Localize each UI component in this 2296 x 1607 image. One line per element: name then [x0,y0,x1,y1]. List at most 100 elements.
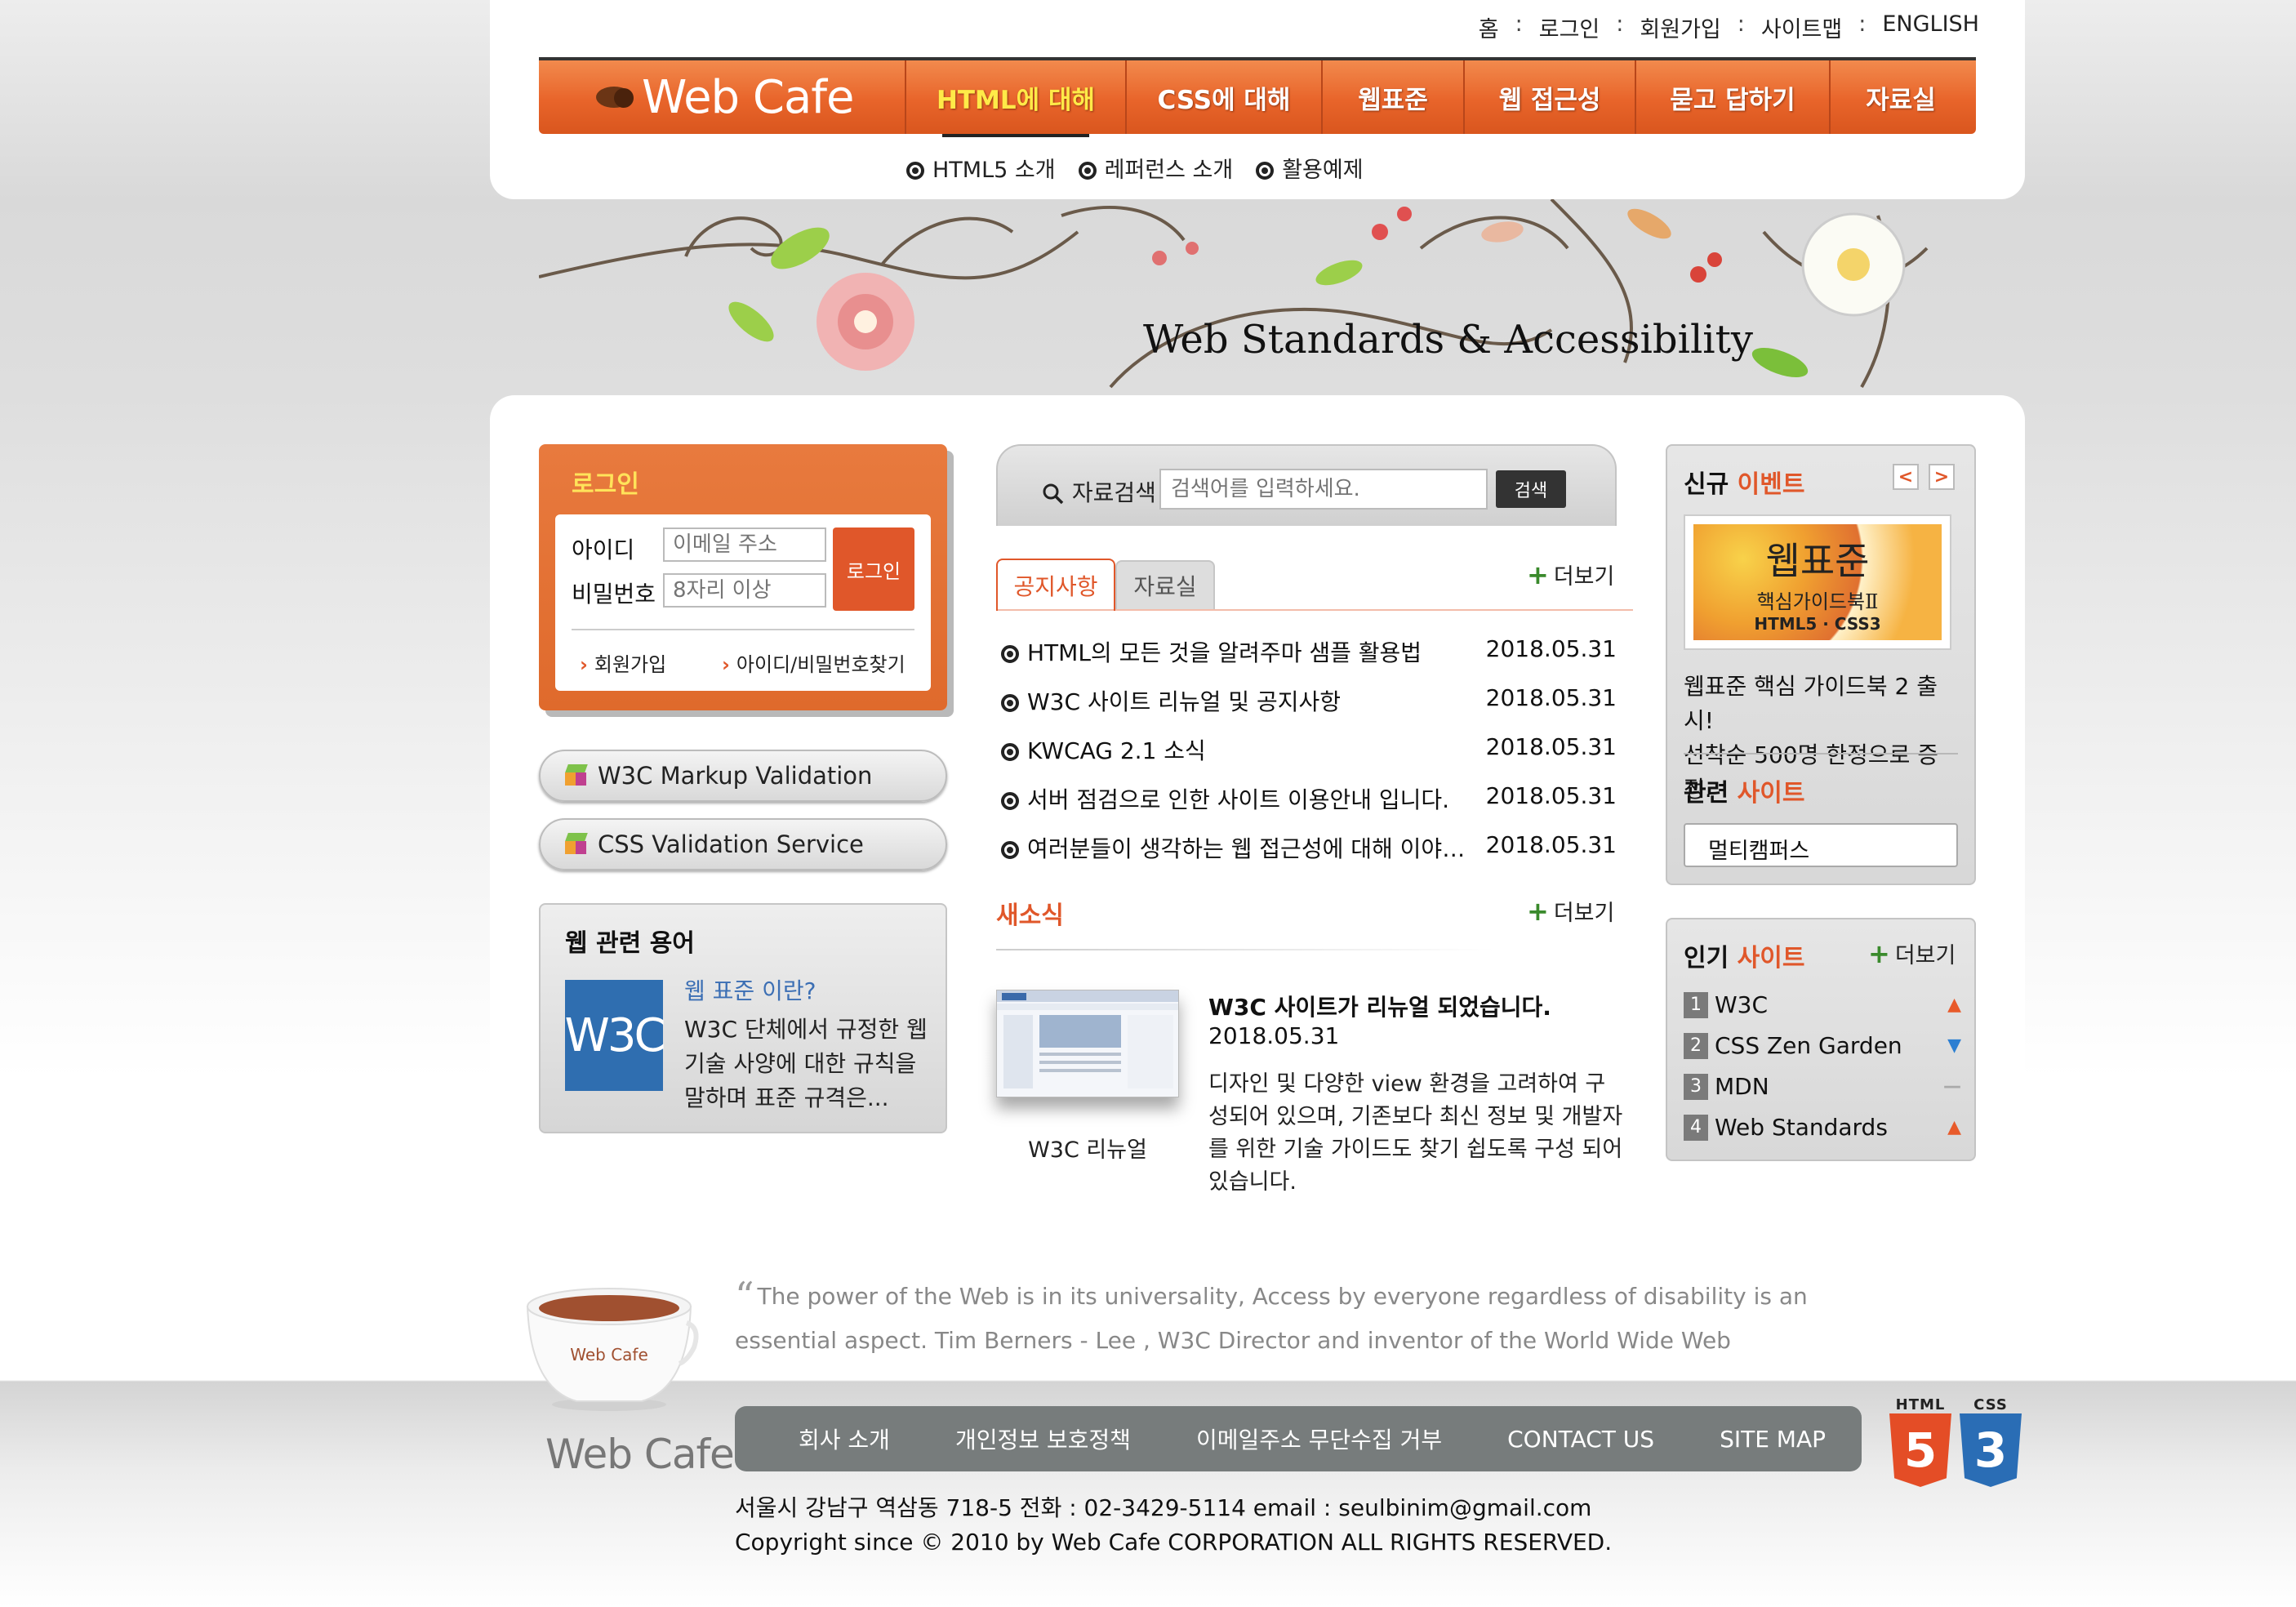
footer-link-privacy[interactable]: 개인정보 보호정책 [955,1422,1131,1455]
popular-site-row[interactable]: 2 CSS Zen Garden ▼ [1684,1032,1961,1059]
gnb-item-web-standards[interactable]: 웹표준 [1323,60,1465,134]
search-label: 자료검색 [1042,475,1156,508]
util-join-link[interactable]: 회원가입 [1640,11,1720,43]
logo-text: Web Cafe [642,70,854,124]
global-nav: Web Cafe HTML에 대해 CSS에 대해 웹표준 웹 접근성 묻고 답… [539,57,1976,137]
notice-title: 여러분들이 생각하는 웹 접근성에 대해 이야기… [1027,835,1475,862]
news-headline-link[interactable]: W3C 사이트가 리뉴얼 되었습니다. [1208,990,1551,1022]
rank-number: 2 [1684,1032,1708,1059]
book-cover: 웹표준 핵심가이드북Ⅱ HTML5 · CSS3 [1693,524,1942,640]
gnb-item-qna[interactable]: 묻고 답하기 [1636,60,1831,134]
header: 홈: 로그인: 회원가입: 사이트맵: ENGLISH Web Cafe HTM… [490,0,2025,199]
util-sitemap-link[interactable]: 사이트맵 [1761,11,1842,43]
plus-icon: + [1868,938,1890,969]
subnav-label: 레퍼런스 소개 [1104,158,1234,183]
related-site-select[interactable]: 멀티캠퍼스 [1684,823,1958,867]
gnb-item-accessibility[interactable]: 웹 접근성 [1465,60,1636,134]
bullet-icon [1001,792,1019,810]
id-label: 아이디 [572,536,635,563]
footer-link-contact[interactable]: CONTACT US [1507,1426,1654,1453]
notice-more-link[interactable]: + 더보기 [1527,559,1614,590]
glossary-description: W3C 단체에서 규정한 웹 기술 사양에 대한 규칙을 말하며 표준 규격은.… [684,1016,928,1111]
subnav-html5[interactable]: HTML5 소개 [906,152,1056,184]
event-book-image[interactable]: 웹표준 핵심가이드북Ⅱ HTML5 · CSS3 [1684,514,1951,650]
login-button[interactable]: 로그인 [833,528,914,611]
event-prev-button[interactable]: < [1893,464,1919,490]
util-login-link[interactable]: 로그인 [1539,11,1600,43]
find-account-link[interactable]: › 아이디/비밀번호찾기 [722,648,905,677]
footer-link-company[interactable]: 회사 소개 [799,1422,890,1455]
related-title-a: 관련 [1684,779,1738,808]
book-subtitle: 핵심가이드북Ⅱ [1756,590,1879,613]
css-label: CSS [1973,1396,2008,1413]
search-input[interactable] [1159,469,1488,510]
popular-more-link[interactable]: + 더보기 [1868,937,1956,969]
popular-sites-title: 인기 사이트 [1684,937,1804,973]
gnb-item-html[interactable]: HTML에 대해 [906,60,1127,137]
glossary-question-link[interactable]: 웹 표준 이란? [684,973,816,1006]
more-label: 더보기 [1894,943,1956,968]
css-validation-button[interactable]: CSS Validation Service [539,818,947,870]
more-label: 더보기 [1553,901,1615,926]
footer-link-email-policy[interactable]: 이메일주소 무단수집 거부 [1196,1422,1442,1455]
cube-icon [565,833,588,856]
util-english-link[interactable]: ENGLISH [1882,11,1979,43]
site-logo[interactable]: Web Cafe [539,60,906,134]
subnav-reference[interactable]: 레퍼런스 소개 [1078,152,1234,184]
tab-notice[interactable]: 공지사항 [996,559,1115,611]
footer-quote: “The power of the Web is in its universa… [735,1274,1845,1363]
w3c-markup-validation-button[interactable]: W3C Markup Validation [539,750,947,802]
rank-number: 3 [1684,1073,1708,1100]
popular-site-row[interactable]: 4 Web Standards ▲ [1684,1114,1961,1141]
utility-nav: 홈: 로그인: 회원가입: 사이트맵: ENGLISH [1479,11,1979,43]
html5-icon: 5 [1889,1413,1951,1487]
notice-date: 2018.05.31 [1485,831,1617,858]
chevron-right-icon: › [722,653,730,676]
event-next-button[interactable]: > [1929,464,1955,490]
news-more-link[interactable]: + 더보기 [1527,895,1614,927]
popular-site-row[interactable]: 3 MDN — [1684,1073,1961,1100]
popular-site-row[interactable]: 1 W3C ▲ [1684,991,1961,1018]
footer-link-sitemap[interactable]: SITE MAP [1720,1426,1826,1453]
search-label-text: 자료검색 [1071,479,1156,506]
html-label: HTML [1895,1396,1946,1413]
separator: : [1616,11,1624,37]
footer-nav: 회사 소개 개인정보 보호정책 이메일주소 무단수집 거부 CONTACT US… [735,1406,1862,1471]
subnav-examples[interactable]: 활용예제 [1256,152,1364,184]
notice-row[interactable]: KWCAG 2.1 소식 2018.05.31 [1001,733,1617,766]
validator-label: W3C Markup Validation [598,762,873,790]
event-panel [1666,444,1976,885]
css3-badge: CSS 3 [1960,1396,2022,1487]
bullet-icon [906,162,924,180]
join-link[interactable]: › 회원가입 [580,648,666,677]
gnb-item-css[interactable]: CSS에 대해 [1127,60,1323,134]
notice-row[interactable]: W3C 사이트 리뉴얼 및 공지사항 2018.05.31 [1001,684,1617,717]
news-thumbnail[interactable] [996,990,1179,1097]
tab-underline [996,609,1633,611]
event-title-b: 이벤트 [1737,470,1805,499]
trend-down-icon: ▼ [1947,1035,1961,1056]
bullet-icon [1001,841,1019,859]
notice-row[interactable]: 여러분들이 생각하는 웹 접근성에 대해 이야기… 2018.05.31 [1001,831,1617,864]
plus-icon: + [1527,559,1549,590]
notice-row[interactable]: HTML의 모든 것을 알려주마 샘플 활용법 2018.05.31 [1001,635,1617,668]
hero-banner [539,199,1976,395]
news-thumbnail-caption: W3C 리뉴얼 [1028,1137,1147,1163]
popular-title-b: 사이트 [1737,944,1805,973]
subnav-label: 활용예제 [1282,158,1364,183]
password-field[interactable] [663,573,826,608]
id-field[interactable] [663,528,826,562]
subnav-label: HTML5 소개 [932,158,1056,183]
search-button[interactable]: 검색 [1496,470,1566,508]
notice-date: 2018.05.31 [1485,684,1617,711]
util-home-link[interactable]: 홈 [1479,11,1499,43]
site-name: W3C [1715,991,1769,1018]
related-title-b: 사이트 [1737,779,1805,808]
event-title-a: 신규 [1684,470,1738,499]
tab-archive[interactable]: 자료실 [1115,560,1215,609]
validator-label: CSS Validation Service [598,830,864,858]
find-link-label: 아이디/비밀번호찾기 [736,653,905,676]
notice-row[interactable]: 서버 점검으로 인한 사이트 이용안내 입니다. 2018.05.31 [1001,782,1617,815]
gnb-item-archive[interactable]: 자료실 [1831,60,1971,134]
footer-logo: Web Cafe [545,1431,735,1478]
